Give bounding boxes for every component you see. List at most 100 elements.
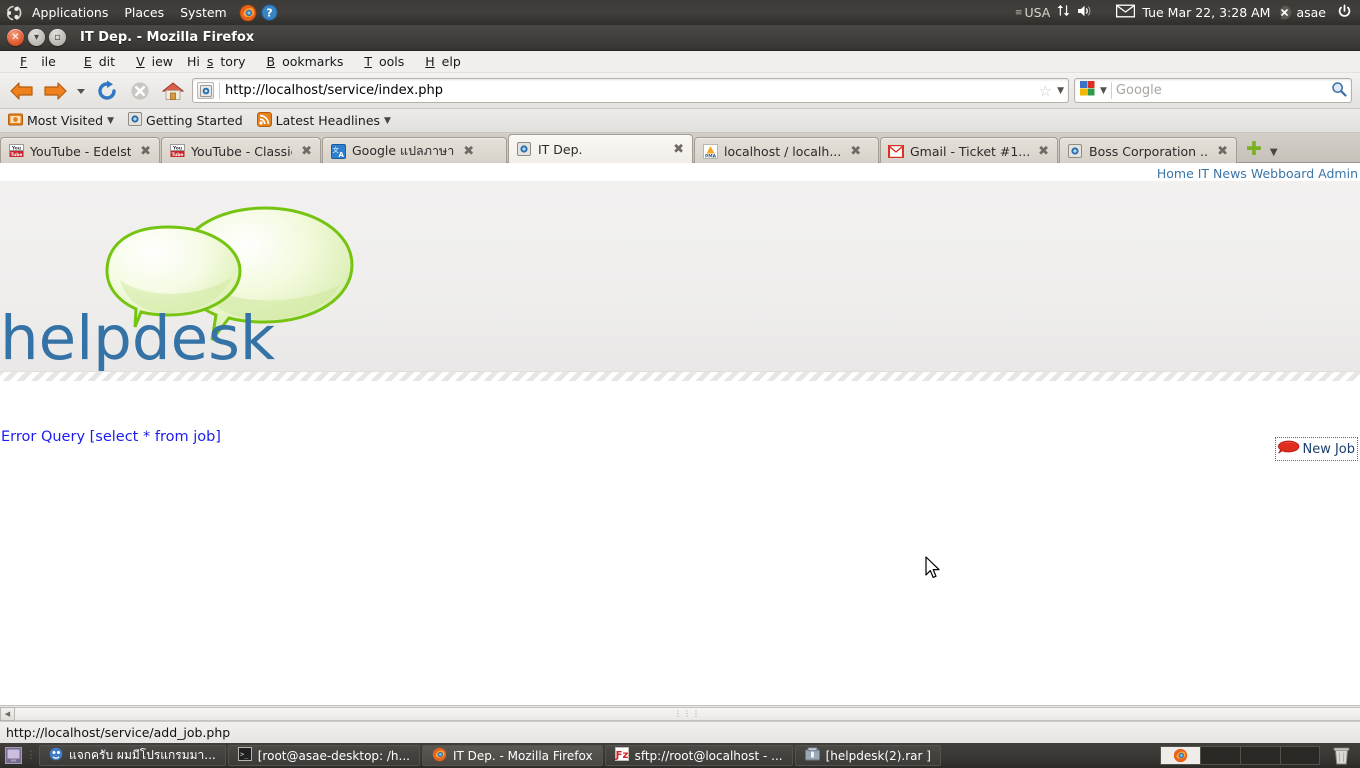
tab-youtube-edelst[interactable]: You Tube YouTube - Edelst... ✖ [0,137,160,164]
tab-list-chevron-down-icon[interactable]: ▼ [1270,147,1286,158]
search-input[interactable]: Google [1116,83,1327,98]
tab-close-icon[interactable]: ✖ [140,144,151,159]
tab-label: YouTube - Classic... [191,143,292,159]
task-archive-manager[interactable]: [helpdesk(2).rar ] [794,745,941,766]
home-icon[interactable] [159,77,187,105]
google-icon[interactable] [1079,80,1096,101]
tab-it-dep[interactable]: IT Dep. ✖ [508,134,693,163]
chevron-down-icon[interactable]: ▼ [384,116,391,126]
nav-link-admin[interactable]: Admin [1318,166,1358,181]
menu-file[interactable]: File [6,53,70,70]
task-label: IT Dep. - Mozilla Firefox [452,748,593,763]
window-close-button[interactable]: ✕ [7,29,24,46]
window-minimize-button[interactable]: ▾ [28,29,45,46]
url-dropdown-chevron-down-icon[interactable]: ▼ [1057,86,1064,96]
horizontal-scrollbar[interactable]: ◀ ⋮⋮⋮ [0,705,1360,721]
page-favicon-icon [516,141,532,157]
panel-menu-applications[interactable]: Applications [24,3,116,22]
tab-close-icon[interactable]: ✖ [1038,144,1049,159]
power-icon[interactable] [1337,4,1352,22]
search-engine-chevron-down-icon[interactable]: ▼ [1100,86,1107,96]
new-tab-plus-icon[interactable]: ✚ [1238,138,1270,160]
nav-link-webboard[interactable]: Webboard [1251,166,1314,181]
help-launcher-icon[interactable]: ? [261,4,278,21]
workspace-4[interactable] [1280,746,1320,765]
search-icon[interactable] [1331,81,1347,101]
task-filezilla[interactable]: Ƒz sftp://root@localhost - ... [604,745,793,766]
volume-icon[interactable] [1077,4,1092,21]
task-terminal[interactable]: >_ [root@asae-desktop: /h... [227,745,420,766]
svg-text:Ƒz: Ƒz [615,750,629,761]
menu-bookmarks[interactable]: Bookmarks [253,53,351,70]
window-title: IT Dep. - Mozilla Firefox [80,30,255,45]
tab-close-icon[interactable]: ✖ [850,144,861,159]
bookmark-star-icon[interactable]: ☆ [1039,82,1052,100]
workspace-3[interactable] [1240,746,1280,765]
scroll-left-icon[interactable]: ◀ [0,706,15,721]
firefox-icon [432,747,447,765]
panel-clock[interactable]: Tue Mar 22, 3:28 AM [1142,5,1270,20]
tab-boss-corporation[interactable]: Boss Corporation ... ✖ [1059,137,1237,164]
menu-edit[interactable]: Edit [70,53,122,70]
bookmark-latest-headlines[interactable]: Latest Headlines ▼ [256,111,391,130]
bookmark-getting-started[interactable]: Getting Started [128,112,243,129]
reload-icon[interactable] [93,77,121,105]
network-updown-icon[interactable] [1057,4,1070,21]
panel-menu-places[interactable]: Places [116,3,172,22]
mail-envelope-icon[interactable] [1116,4,1136,21]
panel-menu-system[interactable]: System [172,3,235,22]
back-arrow-icon[interactable] [8,77,36,105]
tab-close-icon[interactable]: ✖ [1217,144,1228,159]
terminal-icon: >_ [237,747,252,764]
bookmark-most-visited[interactable]: Most Visited ▼ [8,112,114,130]
workspace-1[interactable] [1160,746,1200,765]
workspace-2[interactable] [1200,746,1240,765]
new-job-button[interactable]: New Job [1275,437,1358,461]
scrollbar-track[interactable]: ⋮⋮⋮ [15,706,1360,721]
youtube-icon: You Tube [169,143,185,159]
keyboard-layout-label: USA [1024,5,1051,20]
menu-help[interactable]: Help [411,53,468,70]
task-pidgin[interactable]: แจกครับ ผมมีโปรแกรมมา... [39,745,226,766]
bookmark-label: Most Visited [27,113,104,128]
svg-text:Tube: Tube [171,152,183,158]
user-menu[interactable]: asae [1277,5,1326,20]
rss-icon [256,111,272,130]
tab-youtube-classic[interactable]: You Tube YouTube - Classic... ✖ [161,137,321,164]
ubuntu-logo-icon[interactable] [6,5,22,21]
menu-bar: File Edit View Hi s tory Bookmarks Tools H… [0,51,1360,73]
menu-history[interactable]: Hi s tory [180,53,252,70]
stop-icon[interactable] [126,77,154,105]
nav-link-home[interactable]: Home [1157,166,1194,181]
keyboard-layout-indicator[interactable]: ≡ USA [1015,5,1050,20]
show-desktop-icon[interactable] [3,746,23,766]
tab-close-icon[interactable]: ✖ [463,144,474,159]
helpdesk-wordmark: helpdesk [0,303,276,371]
menu-view[interactable]: View [122,53,180,70]
tab-phpmyadmin[interactable]: PMA localhost / localh... ✖ [694,137,879,164]
history-dropdown-chevron-down-icon[interactable] [74,77,88,105]
mouse-cursor [925,556,940,578]
chevron-down-icon[interactable]: ▼ [107,116,114,126]
url-bar[interactable]: http://localhost/service/index.php ☆ ▼ [192,78,1069,103]
tab-gmail[interactable]: Gmail - Ticket #1... ✖ [880,137,1058,164]
menu-tools[interactable]: Tools [350,53,411,70]
svg-text:You: You [11,145,21,151]
most-visited-icon [8,112,23,130]
tab-close-icon[interactable]: ✖ [301,144,312,159]
bookmark-label: Getting Started [146,113,243,128]
nav-link-it-news[interactable]: IT News [1198,166,1247,181]
tab-google-translate[interactable]: 文 A Google แปลภาษา ✖ [322,137,507,164]
firefox-launcher-icon[interactable] [239,4,257,22]
panel-status-area: ≡ USA Tue Mar 22, 3:28 AM asae [1015,0,1356,25]
tab-close-icon[interactable]: ✖ [673,142,684,157]
window-maximize-button[interactable]: ▫ [49,29,66,46]
task-firefox[interactable]: IT Dep. - Mozilla Firefox [421,745,603,766]
search-bar[interactable]: ▼ Google [1074,78,1352,103]
forward-arrow-icon[interactable] [41,77,69,105]
svg-text:Tube: Tube [10,152,22,158]
trash-icon[interactable] [1328,746,1354,765]
url-input[interactable]: http://localhost/service/index.php [225,83,1034,98]
svg-text:A: A [338,151,344,159]
tab-label: Google แปลภาษา [352,143,455,158]
